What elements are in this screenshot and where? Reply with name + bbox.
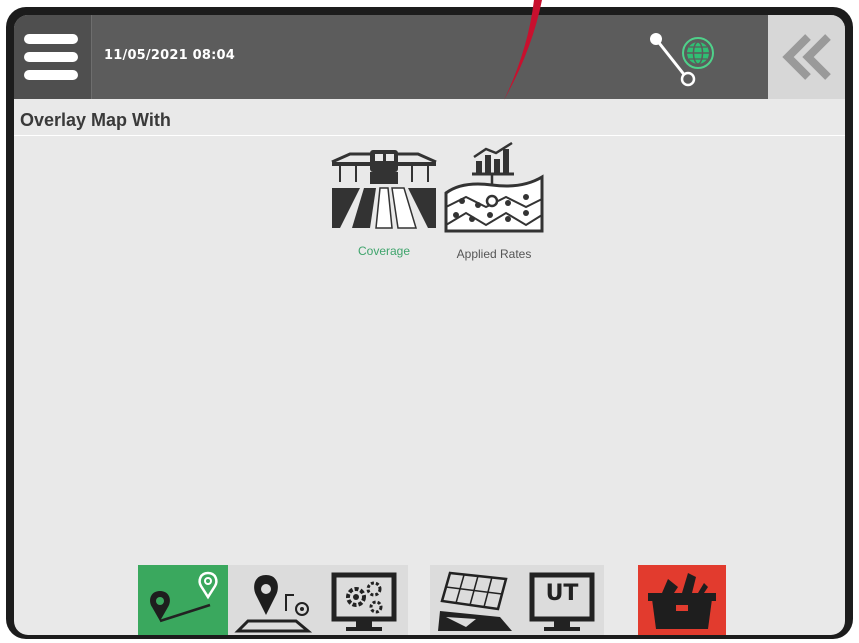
coverage-option[interactable]: Coverage	[330, 148, 438, 258]
gps-status-icon[interactable]	[646, 25, 716, 87]
page-title: Overlay Map With	[20, 110, 171, 130]
ut-icon: UT	[524, 565, 600, 635]
implement-map-button[interactable]: UT	[430, 565, 604, 635]
collapse-panel-button[interactable]	[768, 15, 845, 99]
field-map-button[interactable]	[228, 565, 408, 635]
coverage-icon	[331, 150, 437, 229]
main-menu-button[interactable]	[14, 15, 92, 99]
implement-map-icon	[438, 571, 512, 631]
guidance-button[interactable]	[138, 565, 228, 635]
coverage-label: Coverage	[357, 244, 411, 258]
screen: 11/05/2021 08:04 Overlay Map With Covera…	[14, 15, 845, 635]
double-chevron-left-icon	[782, 34, 831, 80]
toolbox-button[interactable]	[638, 565, 726, 635]
datetime-label: 11/05/2021 08:04	[104, 48, 235, 63]
field-map-icon	[234, 575, 313, 633]
top-bar: 11/05/2021 08:04	[14, 15, 845, 99]
title-divider	[14, 135, 845, 136]
applied-rates-option[interactable]: Applied Rates	[442, 141, 546, 261]
guidance-icon	[150, 571, 218, 623]
device-bezel: 11/05/2021 08:04 Overlay Map With Covera…	[6, 7, 853, 639]
ut-label: UT	[545, 581, 579, 606]
toolbox-icon	[648, 573, 716, 629]
applied-rates-label: Applied Rates	[456, 247, 532, 261]
red-pointer-arrow	[504, 0, 542, 100]
console-settings-icon	[331, 572, 397, 631]
applied-rates-icon	[444, 141, 544, 233]
